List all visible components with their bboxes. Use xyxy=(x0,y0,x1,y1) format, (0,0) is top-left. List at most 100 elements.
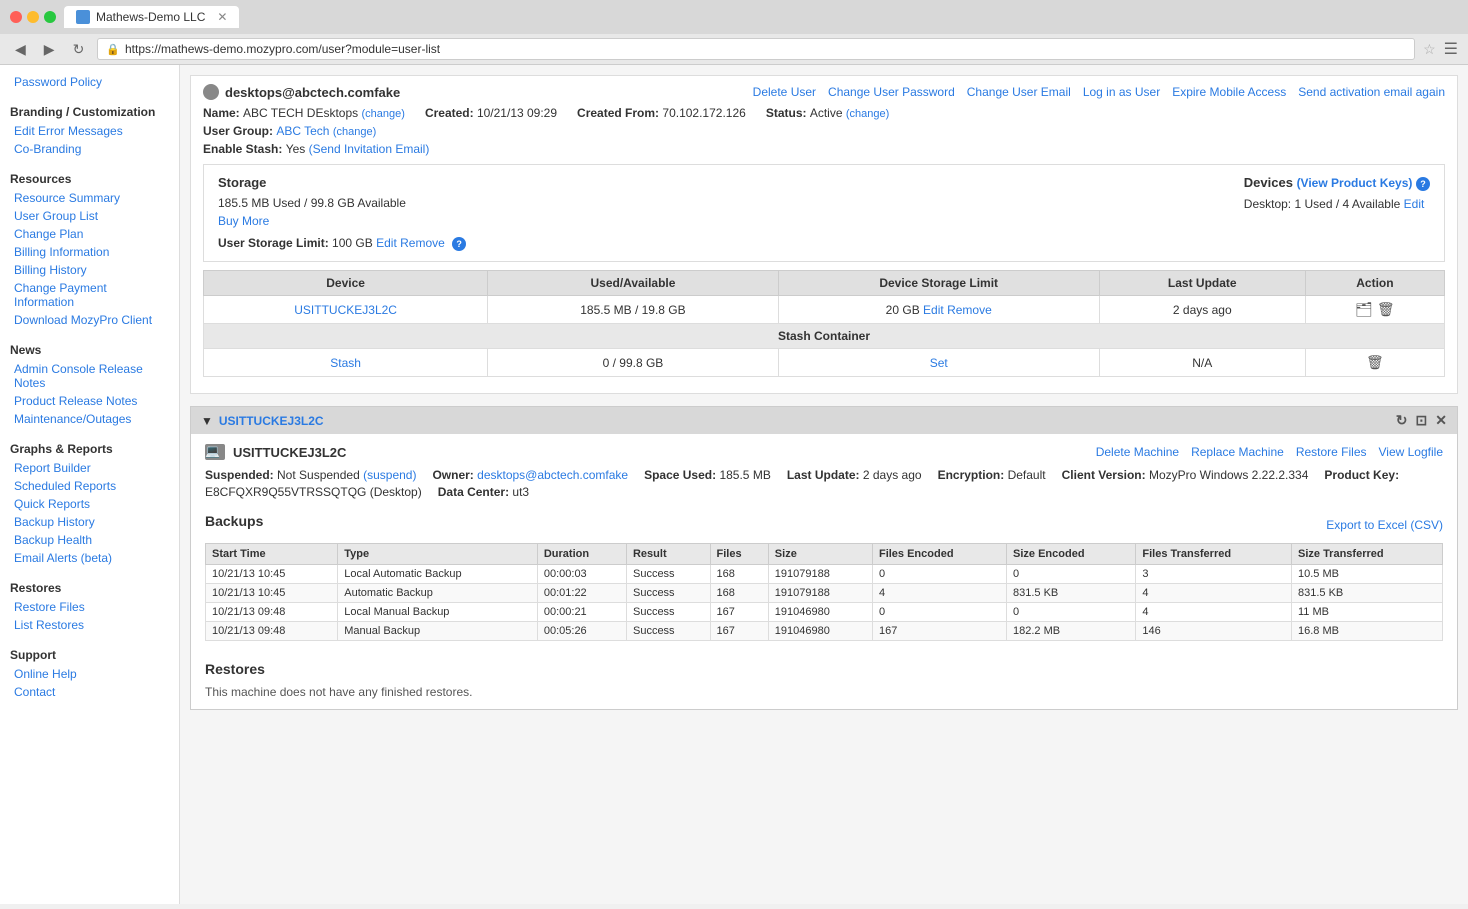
group-change-link[interactable]: (change) xyxy=(333,126,376,138)
created-from-value: 70.102.172.126 xyxy=(662,106,745,120)
close-panel-icon[interactable]: ✕ xyxy=(1435,412,1447,429)
col-files-transferred: Files Transferred xyxy=(1136,544,1292,565)
owner-link[interactable]: desktops@abctech.comfake xyxy=(477,468,628,482)
status-change-link[interactable]: (change) xyxy=(846,108,889,120)
table-row: 10/21/13 09:48Local Manual Backup00:00:2… xyxy=(206,603,1443,622)
bookmark-icon[interactable]: ☆ xyxy=(1423,41,1436,58)
stash-value: Yes xyxy=(286,142,306,156)
device-update-cell: 2 days ago xyxy=(1099,296,1305,324)
suspended-info: Suspended: Not Suspended (suspend) xyxy=(205,468,416,482)
sidebar-item-report-builder[interactable]: Report Builder xyxy=(0,459,179,477)
device-panel-header: ▼ USITTUCKEJ3L2C ↻ ⊡ ✕ xyxy=(191,407,1457,434)
devices-title: Devices (View Product Keys) ? xyxy=(1244,175,1430,191)
sidebar-item-resource-summary[interactable]: Resource Summary xyxy=(0,189,179,207)
action-icons: 🗂 🗑 xyxy=(1316,301,1434,318)
space-used-value: 185.5 MB xyxy=(719,468,770,482)
backup-table-header-row: Start Time Type Duration Result Files Si… xyxy=(206,544,1443,565)
product-keys-help-icon[interactable]: ? xyxy=(1416,177,1430,191)
delete-user-link[interactable]: Delete User xyxy=(753,85,816,99)
sidebar-item-contact[interactable]: Contact xyxy=(0,683,179,701)
replace-machine-link[interactable]: Replace Machine xyxy=(1191,445,1284,459)
stash-header-row: Stash Container xyxy=(204,324,1445,349)
edit-storage-limit-link[interactable]: Edit xyxy=(376,236,397,250)
tab-close-icon[interactable]: ✕ xyxy=(217,10,227,24)
storage-panel: Storage 185.5 MB Used / 99.8 GB Availabl… xyxy=(203,164,1445,262)
change-password-link[interactable]: Change User Password xyxy=(828,85,955,99)
export-csv-link[interactable]: Export to Excel (CSV) xyxy=(1326,518,1443,532)
folder-icon[interactable]: 🗂 xyxy=(1355,301,1373,318)
trash-icon[interactable]: 🗑 xyxy=(1377,301,1395,318)
sidebar-item-product-release[interactable]: Product Release Notes xyxy=(0,392,179,410)
login-as-user-link[interactable]: Log in as User xyxy=(1083,85,1160,99)
backups-header: Backups Export to Excel (CSV) xyxy=(205,513,1443,537)
device-panel-title-link[interactable]: USITTUCKEJ3L2C xyxy=(219,414,324,428)
sidebar-item-quick-reports[interactable]: Quick Reports xyxy=(0,495,179,513)
sidebar-item-maintenance[interactable]: Maintenance/Outages xyxy=(0,410,179,428)
browser-tab[interactable]: Mathews-Demo LLC ✕ xyxy=(64,6,239,28)
stash-set-link[interactable]: Set xyxy=(930,356,948,370)
stash-trash-icon[interactable]: 🗑 xyxy=(1366,354,1384,370)
sidebar-section-resources: Resources Resource Summary User Group Li… xyxy=(0,164,179,329)
sidebar-item-change-payment[interactable]: Change Payment Information xyxy=(0,279,179,311)
window-controls xyxy=(10,11,56,23)
sidebar-item-scheduled-reports[interactable]: Scheduled Reports xyxy=(0,477,179,495)
suspend-link[interactable]: (suspend) xyxy=(363,468,416,482)
stash-invitation-link[interactable]: (Send Invitation Email) xyxy=(309,142,430,156)
name-value: ABC TECH DEsktops xyxy=(243,106,358,120)
sidebar-item-billing-info[interactable]: Billing Information xyxy=(0,243,179,261)
sidebar-item-password-policy[interactable]: Password Policy xyxy=(0,73,179,91)
restore-files-link[interactable]: Restore Files xyxy=(1296,445,1367,459)
sidebar-item-edit-error[interactable]: Edit Error Messages xyxy=(0,122,179,140)
device-link[interactable]: USITTUCKEJ3L2C xyxy=(294,303,397,317)
view-logfile-link[interactable]: View Logfile xyxy=(1379,445,1444,459)
device-edit-link[interactable]: Edit xyxy=(923,303,944,317)
sidebar-item-admin-console[interactable]: Admin Console Release Notes xyxy=(0,360,179,392)
sidebar-section-news: News Admin Console Release Notes Product… xyxy=(0,335,179,428)
collapse-icon[interactable]: ▼ xyxy=(201,414,213,428)
sidebar-item-download-client[interactable]: Download MozyPro Client xyxy=(0,311,179,329)
sidebar-item-cobranding[interactable]: Co-Branding xyxy=(0,140,179,158)
address-bar[interactable]: 🔒 https://mathews-demo.mozypro.com/user?… xyxy=(97,38,1415,60)
delete-machine-link[interactable]: Delete Machine xyxy=(1096,445,1179,459)
sidebar-item-email-alerts[interactable]: Email Alerts (beta) xyxy=(0,549,179,567)
maximize-dot[interactable] xyxy=(44,11,56,23)
stash-action-cell: 🗑 xyxy=(1305,349,1444,377)
resize-panel-icon[interactable]: ⊡ xyxy=(1416,412,1428,429)
sidebar-item-change-plan[interactable]: Change Plan xyxy=(0,225,179,243)
menu-icon[interactable]: ☰ xyxy=(1444,39,1458,59)
expire-mobile-link[interactable]: Expire Mobile Access xyxy=(1172,85,1286,99)
back-button[interactable]: ◀ xyxy=(10,39,31,60)
sidebar-item-backup-history[interactable]: Backup History xyxy=(0,513,179,531)
sidebar-item-restore-files[interactable]: Restore Files xyxy=(0,598,179,616)
change-email-link[interactable]: Change User Email xyxy=(967,85,1071,99)
user-info-row-1: Name: ABC TECH DEsktops (change) Created… xyxy=(203,106,1445,120)
col-files-encoded: Files Encoded xyxy=(872,544,1006,565)
sidebar-item-user-group-list[interactable]: User Group List xyxy=(0,207,179,225)
stash-link[interactable]: Stash xyxy=(330,356,361,370)
minimize-dot[interactable] xyxy=(27,11,39,23)
sidebar-item-list-restores[interactable]: List Restores xyxy=(0,616,179,634)
buy-more-link[interactable]: Buy More xyxy=(218,214,269,228)
no-restores-msg: This machine does not have any finished … xyxy=(205,685,1443,699)
forward-button[interactable]: ▶ xyxy=(39,39,60,60)
last-update-value: 2 days ago xyxy=(863,468,922,482)
user-header-top: desktops@abctech.comfake Delete User Cha… xyxy=(203,84,1445,100)
view-product-keys-link[interactable]: (View Product Keys) xyxy=(1297,176,1413,190)
group-link[interactable]: ABC Tech xyxy=(276,124,329,138)
name-change-link[interactable]: (change) xyxy=(362,108,405,120)
refresh-panel-icon[interactable]: ↻ xyxy=(1396,412,1408,429)
storage-limit-help-icon[interactable]: ? xyxy=(452,237,466,251)
restores-title: Restores xyxy=(205,661,1443,677)
sidebar-item-billing-history[interactable]: Billing History xyxy=(0,261,179,279)
refresh-button[interactable]: ↻ xyxy=(68,39,90,60)
device-remove-link[interactable]: Remove xyxy=(947,303,992,317)
col-duration: Duration xyxy=(537,544,626,565)
remove-storage-limit-link[interactable]: Remove xyxy=(400,236,445,250)
stash-used-cell: 0 / 99.8 GB xyxy=(488,349,778,377)
sidebar-item-backup-health[interactable]: Backup Health xyxy=(0,531,179,549)
close-dot[interactable] xyxy=(10,11,22,23)
col-result: Result xyxy=(626,544,710,565)
edit-devices-link[interactable]: Edit xyxy=(1404,197,1425,211)
send-activation-link[interactable]: Send activation email again xyxy=(1298,85,1445,99)
sidebar-item-online-help[interactable]: Online Help xyxy=(0,665,179,683)
